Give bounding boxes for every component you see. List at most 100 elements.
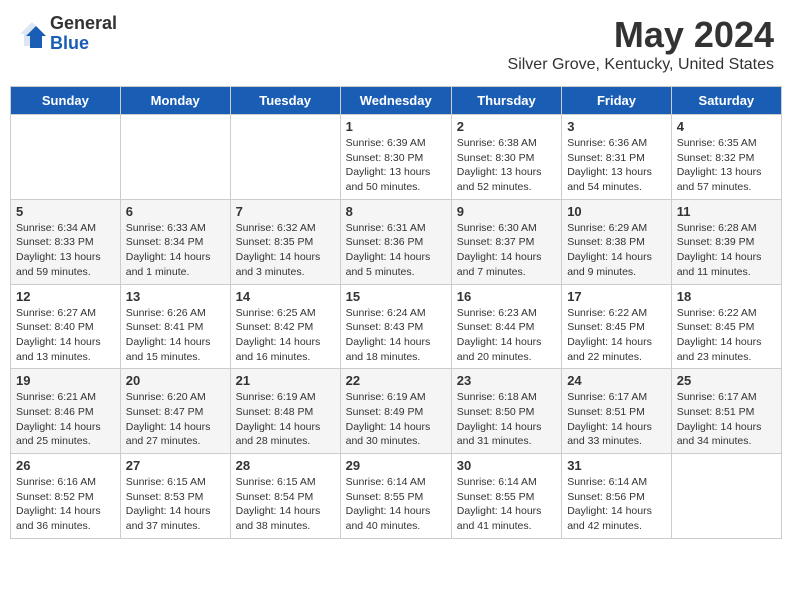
day-number: 8: [346, 204, 446, 219]
calendar-cell: 23Sunrise: 6:18 AMSunset: 8:50 PMDayligh…: [451, 369, 561, 454]
day-info: Sunrise: 6:28 AMSunset: 8:39 PMDaylight:…: [677, 221, 776, 280]
logo-general-text: General: [50, 14, 117, 34]
day-info: Sunrise: 6:17 AMSunset: 8:51 PMDaylight:…: [677, 390, 776, 449]
day-number: 3: [567, 119, 666, 134]
day-number: 29: [346, 458, 446, 473]
calendar-cell: 20Sunrise: 6:20 AMSunset: 8:47 PMDayligh…: [120, 369, 230, 454]
day-number: 26: [16, 458, 115, 473]
day-info: Sunrise: 6:18 AMSunset: 8:50 PMDaylight:…: [457, 390, 556, 449]
day-number: 14: [236, 289, 335, 304]
logo-text: General Blue: [50, 14, 117, 54]
calendar-week-3: 12 Sunrise: 6:27 AMSunset: 8:40 PMDayligh…: [11, 284, 782, 369]
calendar-cell: 25 Sunrise: 6:17 AMSunset: 8:51 PMDayligh…: [671, 369, 781, 454]
day-info: Sunrise: 6:22 AMSunset: 8:45 PMDaylight:…: [567, 306, 666, 365]
calendar-week-1: 1 Sunrise: 6:39 AMSunset: 8:30 PMDaylight…: [11, 115, 782, 200]
day-info: Sunrise: 6:30 AMSunset: 8:37 PMDaylight:…: [457, 221, 556, 280]
calendar-cell: 19Sunrise: 6:21 AMSunset: 8:46 PMDayligh…: [11, 369, 121, 454]
day-number: 4: [677, 119, 776, 134]
calendar-cell: [671, 454, 781, 539]
day-number: 6: [126, 204, 225, 219]
calendar-cell: 7 Sunrise: 6:32 AMSunset: 8:35 PMDaylight…: [230, 199, 340, 284]
calendar-header-sunday: Sunday: [11, 87, 121, 115]
day-info: Sunrise: 6:27 AMSunset: 8:40 PMDaylight:…: [16, 306, 115, 365]
day-number: 1: [346, 119, 446, 134]
calendar-cell: 18 Sunrise: 6:22 AMSunset: 8:45 PMDayligh…: [671, 284, 781, 369]
calendar-header-monday: Monday: [120, 87, 230, 115]
day-info: Sunrise: 6:25 AMSunset: 8:42 PMDaylight:…: [236, 306, 335, 365]
calendar-header-saturday: Saturday: [671, 87, 781, 115]
calendar-cell: 28Sunrise: 6:15 AMSunset: 8:54 PMDayligh…: [230, 454, 340, 539]
day-number: 27: [126, 458, 225, 473]
day-info: Sunrise: 6:35 AMSunset: 8:32 PMDaylight:…: [677, 136, 776, 195]
calendar-cell: 4 Sunrise: 6:35 AMSunset: 8:32 PMDaylight…: [671, 115, 781, 200]
calendar-week-2: 5Sunrise: 6:34 AMSunset: 8:33 PMDaylight…: [11, 199, 782, 284]
calendar-cell: [230, 115, 340, 200]
day-info: Sunrise: 6:29 AMSunset: 8:38 PMDaylight:…: [567, 221, 666, 280]
day-number: 18: [677, 289, 776, 304]
day-number: 30: [457, 458, 556, 473]
day-number: 16: [457, 289, 556, 304]
day-info: Sunrise: 6:19 AMSunset: 8:48 PMDaylight:…: [236, 390, 335, 449]
calendar-cell: 8Sunrise: 6:31 AMSunset: 8:36 PMDaylight…: [340, 199, 451, 284]
day-number: 9: [457, 204, 556, 219]
calendar-table: SundayMondayTuesdayWednesdayThursdayFrid…: [10, 86, 782, 539]
calendar-cell: 11Sunrise: 6:28 AMSunset: 8:39 PMDayligh…: [671, 199, 781, 284]
day-info: Sunrise: 6:14 AMSunset: 8:55 PMDaylight:…: [346, 475, 446, 534]
calendar-cell: 26 Sunrise: 6:16 AMSunset: 8:52 PMDayligh…: [11, 454, 121, 539]
day-number: 15: [346, 289, 446, 304]
day-info: Sunrise: 6:22 AMSunset: 8:45 PMDaylight:…: [677, 306, 776, 365]
day-info: Sunrise: 6:38 AMSunset: 8:30 PMDaylight:…: [457, 136, 556, 195]
calendar-cell: 6 Sunrise: 6:33 AMSunset: 8:34 PMDaylight…: [120, 199, 230, 284]
day-info: Sunrise: 6:14 AMSunset: 8:55 PMDaylight:…: [457, 475, 556, 534]
day-info: Sunrise: 6:39 AMSunset: 8:30 PMDaylight:…: [346, 136, 446, 195]
day-number: 2: [457, 119, 556, 134]
day-number: 5: [16, 204, 115, 219]
calendar-cell: 1 Sunrise: 6:39 AMSunset: 8:30 PMDaylight…: [340, 115, 451, 200]
calendar-week-5: 26 Sunrise: 6:16 AMSunset: 8:52 PMDayligh…: [11, 454, 782, 539]
logo-icon: [18, 20, 46, 48]
day-info: Sunrise: 6:24 AMSunset: 8:43 PMDaylight:…: [346, 306, 446, 365]
calendar-cell: 22 Sunrise: 6:19 AMSunset: 8:49 PMDayligh…: [340, 369, 451, 454]
calendar-cell: 13 Sunrise: 6:26 AMSunset: 8:41 PMDayligh…: [120, 284, 230, 369]
day-number: 7: [236, 204, 335, 219]
day-number: 22: [346, 373, 446, 388]
day-info: Sunrise: 6:14 AMSunset: 8:56 PMDaylight:…: [567, 475, 666, 534]
calendar-cell: 31 Sunrise: 6:14 AMSunset: 8:56 PMDayligh…: [562, 454, 672, 539]
location-title: Silver Grove, Kentucky, United States: [508, 56, 774, 74]
calendar-cell: 14 Sunrise: 6:25 AMSunset: 8:42 PMDayligh…: [230, 284, 340, 369]
calendar-header-tuesday: Tuesday: [230, 87, 340, 115]
calendar-header-row: SundayMondayTuesdayWednesdayThursdayFrid…: [11, 87, 782, 115]
logo: General Blue: [18, 14, 117, 54]
day-number: 24: [567, 373, 666, 388]
day-number: 21: [236, 373, 335, 388]
day-info: Sunrise: 6:36 AMSunset: 8:31 PMDaylight:…: [567, 136, 666, 195]
day-number: 12: [16, 289, 115, 304]
calendar-cell: 5Sunrise: 6:34 AMSunset: 8:33 PMDaylight…: [11, 199, 121, 284]
day-info: Sunrise: 6:32 AMSunset: 8:35 PMDaylight:…: [236, 221, 335, 280]
calendar-cell: 24 Sunrise: 6:17 AMSunset: 8:51 PMDayligh…: [562, 369, 672, 454]
calendar-header-thursday: Thursday: [451, 87, 561, 115]
day-info: Sunrise: 6:16 AMSunset: 8:52 PMDaylight:…: [16, 475, 115, 534]
calendar-cell: 12 Sunrise: 6:27 AMSunset: 8:40 PMDayligh…: [11, 284, 121, 369]
calendar-cell: 21 Sunrise: 6:19 AMSunset: 8:48 PMDayligh…: [230, 369, 340, 454]
calendar-cell: 27Sunrise: 6:15 AMSunset: 8:53 PMDayligh…: [120, 454, 230, 539]
month-title: May 2024: [508, 14, 774, 56]
day-info: Sunrise: 6:33 AMSunset: 8:34 PMDaylight:…: [126, 221, 225, 280]
day-info: Sunrise: 6:26 AMSunset: 8:41 PMDaylight:…: [126, 306, 225, 365]
day-number: 25: [677, 373, 776, 388]
calendar-cell: 17Sunrise: 6:22 AMSunset: 8:45 PMDayligh…: [562, 284, 672, 369]
day-info: Sunrise: 6:17 AMSunset: 8:51 PMDaylight:…: [567, 390, 666, 449]
day-number: 28: [236, 458, 335, 473]
day-number: 10: [567, 204, 666, 219]
day-info: Sunrise: 6:21 AMSunset: 8:46 PMDaylight:…: [16, 390, 115, 449]
day-number: 13: [126, 289, 225, 304]
calendar-cell: 30 Sunrise: 6:14 AMSunset: 8:55 PMDayligh…: [451, 454, 561, 539]
calendar-cell: [120, 115, 230, 200]
calendar-cell: 2 Sunrise: 6:38 AMSunset: 8:30 PMDaylight…: [451, 115, 561, 200]
calendar-header-wednesday: Wednesday: [340, 87, 451, 115]
title-block: May 2024 Silver Grove, Kentucky, United …: [508, 14, 774, 74]
calendar-header-friday: Friday: [562, 87, 672, 115]
day-info: Sunrise: 6:20 AMSunset: 8:47 PMDaylight:…: [126, 390, 225, 449]
day-info: Sunrise: 6:19 AMSunset: 8:49 PMDaylight:…: [346, 390, 446, 449]
day-number: 31: [567, 458, 666, 473]
